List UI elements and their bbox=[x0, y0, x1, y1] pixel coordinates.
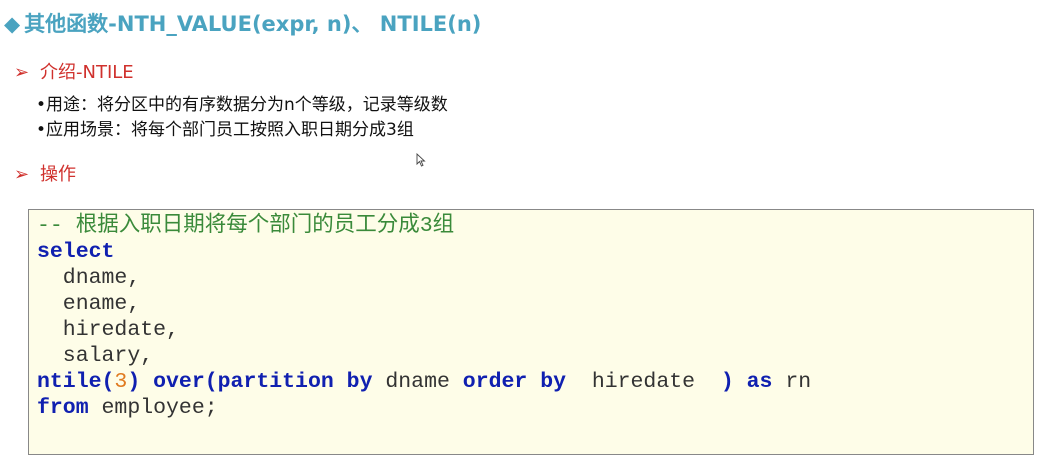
arrow-bullet-icon: ➢ bbox=[14, 62, 30, 83]
slide-title-text: 其他函数-NTH_VALUE(expr, n)、 NTILE(n) bbox=[24, 12, 482, 36]
code-keyword: ) as bbox=[720, 370, 773, 394]
code-text: salary, bbox=[37, 344, 154, 368]
code-line: select bbox=[37, 239, 1033, 265]
bullet-list: •用途：将分区中的有序数据分为n个等级，记录等级数 •应用场景：将每个部门员工按… bbox=[36, 93, 448, 143]
code-keyword: ntile( bbox=[37, 370, 115, 394]
bullet-purpose: •用途：将分区中的有序数据分为n个等级，记录等级数 bbox=[36, 95, 448, 115]
code-text: dname, bbox=[37, 266, 141, 290]
slide-title: ◆ 其他函数-NTH_VALUE(expr, n)、 NTILE(n) bbox=[4, 8, 481, 38]
code-comment: -- 根据入职日期将每个部门的员工分成3组 bbox=[37, 214, 455, 238]
code-line: from employee; bbox=[37, 395, 1033, 421]
section-intro-label: 介绍-NTILE bbox=[40, 62, 134, 83]
diamond-icon: ◆ bbox=[4, 12, 21, 36]
bullet-scenario: •应用场景：将每个部门员工按照入职日期分成3组 bbox=[36, 120, 414, 140]
code-line: ntile(3) over(partition by dname order b… bbox=[37, 369, 1033, 395]
code-keyword: ) over(partition by bbox=[127, 370, 373, 394]
code-text: dname bbox=[372, 370, 463, 394]
arrow-bullet-icon: ➢ bbox=[14, 164, 30, 185]
code-text: rn bbox=[772, 370, 812, 394]
mouse-cursor-icon bbox=[416, 153, 426, 167]
code-line: salary, bbox=[37, 343, 1033, 369]
code-line: -- 根据入职日期将每个部门的员工分成3组 bbox=[37, 213, 1033, 239]
code-line: dname, bbox=[37, 265, 1033, 291]
code-text: ename, bbox=[37, 292, 141, 316]
sql-code-block: -- 根据入职日期将每个部门的员工分成3组 select dname, ename… bbox=[28, 209, 1034, 455]
code-number: 3 bbox=[114, 370, 128, 394]
section-operation-label: 操作 bbox=[40, 164, 76, 185]
code-keyword: order by bbox=[462, 370, 567, 394]
code-keyword: select bbox=[37, 240, 115, 264]
code-line: ename, bbox=[37, 291, 1033, 317]
code-text: hiredate, bbox=[37, 318, 179, 342]
code-keyword: from bbox=[37, 396, 89, 420]
code-text: hiredate bbox=[566, 370, 721, 394]
code-line: hiredate, bbox=[37, 317, 1033, 343]
section-intro: ➢ 介绍-NTILE bbox=[14, 58, 134, 84]
code-text: employee; bbox=[88, 396, 218, 420]
section-operation: ➢ 操作 bbox=[14, 160, 76, 186]
